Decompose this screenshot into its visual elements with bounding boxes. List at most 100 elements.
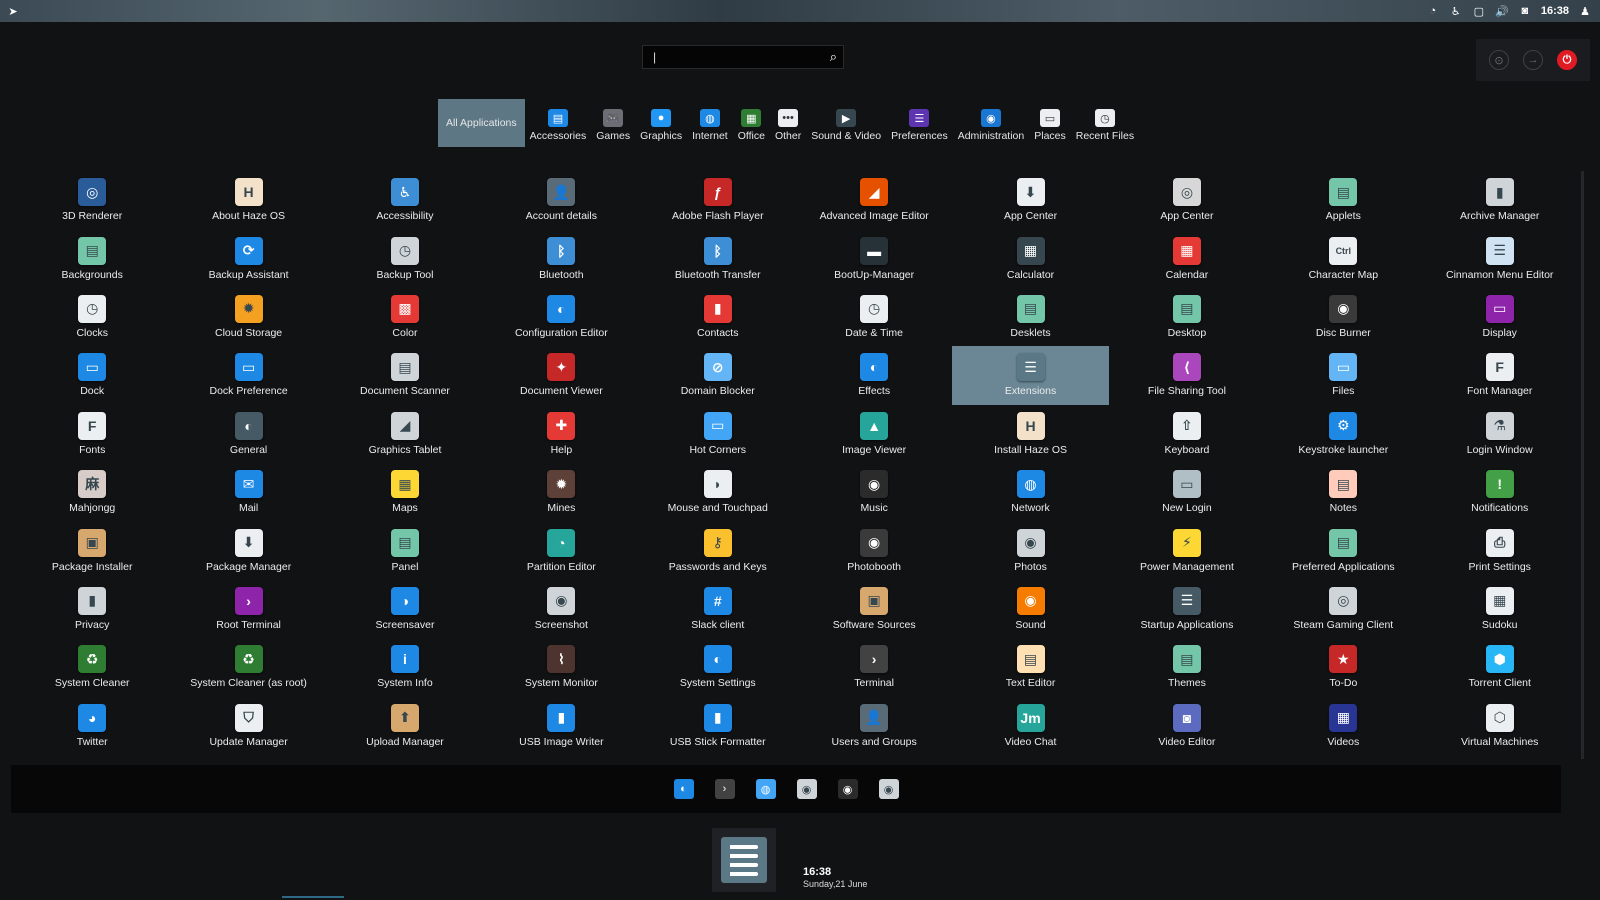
app-contacts[interactable]: ▮ Contacts <box>640 288 796 346</box>
app-video-editor[interactable]: ◙ Video Editor <box>1109 697 1265 755</box>
app-panel[interactable]: ▤ Panel <box>327 521 483 579</box>
app-mouse-and-touchpad[interactable]: ◗ Mouse and Touchpad <box>640 463 796 521</box>
app-bluetooth[interactable]: ᛒ Bluetooth <box>483 229 639 287</box>
app-clocks[interactable]: ◷ Clocks <box>14 288 170 346</box>
category-accessories[interactable]: ▤ Accessories <box>525 99 592 147</box>
app-notifications[interactable]: ! Notifications <box>1422 463 1578 521</box>
app-torrent-client[interactable]: ⬢ Torrent Client <box>1422 638 1578 696</box>
app-desklets[interactable]: ▤ Desklets <box>952 288 1108 346</box>
app-about-haze-os[interactable]: H About Haze OS <box>170 171 326 229</box>
app-system-cleaner[interactable]: ♻ System Cleaner <box>14 638 170 696</box>
app-dock[interactable]: ▭ Dock <box>14 346 170 404</box>
app-usb-image-writer[interactable]: ▮ USB Image Writer <box>483 697 639 755</box>
app-app-center[interactable]: ⬇ App Center <box>952 171 1108 229</box>
category-all-applications[interactable]: All Applications <box>438 99 525 147</box>
category-internet[interactable]: ◍ Internet <box>687 99 733 147</box>
app-mines[interactable]: ✹ Mines <box>483 463 639 521</box>
app-dock-preference[interactable]: ▭ Dock Preference <box>170 346 326 404</box>
app-update-manager[interactable]: ⛉ Update Manager <box>170 697 326 755</box>
app-accessibility[interactable]: ♿ Accessibility <box>327 171 483 229</box>
category-office[interactable]: ▦ Office <box>733 99 770 147</box>
app-login-window[interactable]: ⚗ Login Window <box>1422 405 1578 463</box>
volume-icon[interactable]: 🔊 <box>1495 4 1509 18</box>
app-bootup-manager[interactable]: ▬ BootUp-Manager <box>796 229 952 287</box>
app-3d-renderer[interactable]: ◎ 3D Renderer <box>14 171 170 229</box>
category-other[interactable]: ••• Other <box>770 99 806 147</box>
app-fonts[interactable]: F Fonts <box>14 405 170 463</box>
app-network[interactable]: ◍ Network <box>952 463 1108 521</box>
app-screenshot[interactable]: ◉ Screenshot <box>483 580 639 638</box>
app-startup-applications[interactable]: ☰ Startup Applications <box>1109 580 1265 638</box>
app-steam-gaming-client[interactable]: ◎ Steam Gaming Client <box>1265 580 1421 638</box>
app-music[interactable]: ◉ Music <box>796 463 952 521</box>
app-files[interactable]: ▭ Files <box>1265 346 1421 404</box>
app-slack-client[interactable]: # Slack client <box>640 580 796 638</box>
app-app-center[interactable]: ◎ App Center <box>1109 171 1265 229</box>
app-effects[interactable]: ◐ Effects <box>796 346 952 404</box>
app-color[interactable]: ▩ Color <box>327 288 483 346</box>
app-upload-manager[interactable]: ⬆ Upload Manager <box>327 697 483 755</box>
app-virtual-machines[interactable]: ⬡ Virtual Machines <box>1422 697 1578 755</box>
app-package-installer[interactable]: ▣ Package Installer <box>14 521 170 579</box>
app-sudoku[interactable]: ▦ Sudoku <box>1422 580 1578 638</box>
app-cinnamon-menu-editor[interactable]: ☰ Cinnamon Menu Editor <box>1422 229 1578 287</box>
app-character-map[interactable]: Ctrl Character Map <box>1265 229 1421 287</box>
power-icon[interactable]: ⏻ <box>1557 50 1577 70</box>
app-software-sources[interactable]: ▣ Software Sources <box>796 580 952 638</box>
search-input[interactable] <box>653 50 803 64</box>
user-icon[interactable]: ♟ <box>1578 4 1592 18</box>
accessibility-icon[interactable]: ♿ <box>1449 4 1463 18</box>
app-account-details[interactable]: 👤 Account details <box>483 171 639 229</box>
camera-fav-icon[interactable]: ◉ <box>878 779 899 799</box>
music-fav-icon[interactable]: ◉ <box>837 779 858 799</box>
app-applets[interactable]: ▤ Applets <box>1265 171 1421 229</box>
app-sound[interactable]: ◉ Sound <box>952 580 1108 638</box>
app-to-do[interactable]: ★ To-Do <box>1265 638 1421 696</box>
category-games[interactable]: 🎮 Games <box>591 99 635 147</box>
app-print-settings[interactable]: ⎙ Print Settings <box>1422 521 1578 579</box>
app-power-management[interactable]: ⚡ Power Management <box>1109 521 1265 579</box>
app-backup-assistant[interactable]: ⟳ Backup Assistant <box>170 229 326 287</box>
logout-icon[interactable]: → <box>1523 50 1543 70</box>
app-mail[interactable]: ✉ Mail <box>170 463 326 521</box>
system-settings-fav-icon[interactable]: ◐ <box>673 779 694 799</box>
app-general[interactable]: ◐ General <box>170 405 326 463</box>
app-extensions[interactable]: ☰ Extensions <box>952 346 1109 405</box>
app-file-sharing-tool[interactable]: ⟨ File Sharing Tool <box>1109 346 1265 404</box>
camera-icon[interactable]: ◙ <box>1518 4 1532 18</box>
category-administration[interactable]: ◉ Administration <box>953 99 1030 147</box>
category-preferences[interactable]: ☰ Preferences <box>886 99 953 147</box>
app-bluetooth-transfer[interactable]: ᛒ Bluetooth Transfer <box>640 229 796 287</box>
app-disc-burner[interactable]: ◉ Disc Burner <box>1265 288 1421 346</box>
app-themes[interactable]: ▤ Themes <box>1109 638 1265 696</box>
app-system-info[interactable]: i System Info <box>327 638 483 696</box>
cursor-icon[interactable]: ➤ <box>6 4 20 18</box>
screenshot-fav-icon[interactable]: ◉ <box>796 779 817 799</box>
app-system-settings[interactable]: ◐ System Settings <box>640 638 796 696</box>
app-backgrounds[interactable]: ▤ Backgrounds <box>14 229 170 287</box>
app-videos[interactable]: ▦ Videos <box>1265 697 1421 755</box>
app-passwords-and-keys[interactable]: ⚷ Passwords and Keys <box>640 521 796 579</box>
app-font-manager[interactable]: F Font Manager <box>1422 346 1578 404</box>
app-graphics-tablet[interactable]: ◢ Graphics Tablet <box>327 405 483 463</box>
category-sound-video[interactable]: ▶ Sound & Video <box>806 99 886 147</box>
search-box[interactable]: ⌕ <box>642 45 844 69</box>
app-calendar[interactable]: ▦ Calendar <box>1109 229 1265 287</box>
panel-clock[interactable]: 16:38 <box>1541 5 1569 17</box>
app-system-monitor[interactable]: ⌇ System Monitor <box>483 638 639 696</box>
app-display[interactable]: ▭ Display <box>1422 288 1578 346</box>
app-notes[interactable]: ▤ Notes <box>1265 463 1421 521</box>
category-recent-files[interactable]: ◷ Recent Files <box>1071 99 1139 147</box>
app-terminal[interactable]: › Terminal <box>796 638 952 696</box>
app-twitter[interactable]: ◕ Twitter <box>14 697 170 755</box>
category-places[interactable]: ▭ Places <box>1029 99 1071 147</box>
app-partition-editor[interactable]: ◔ Partition Editor <box>483 521 639 579</box>
terminal-fav-icon[interactable]: › <box>714 779 735 799</box>
app-mahjongg[interactable]: 麻 Mahjongg <box>14 463 170 521</box>
app-photobooth[interactable]: ◉ Photobooth <box>796 521 952 579</box>
category-graphics[interactable]: ● Graphics <box>635 99 687 147</box>
app-hot-corners[interactable]: ▭ Hot Corners <box>640 405 796 463</box>
app-text-editor[interactable]: ▤ Text Editor <box>952 638 1108 696</box>
app-advanced-image-editor[interactable]: ◢ Advanced Image Editor <box>796 171 952 229</box>
app-cloud-storage[interactable]: ✹ Cloud Storage <box>170 288 326 346</box>
